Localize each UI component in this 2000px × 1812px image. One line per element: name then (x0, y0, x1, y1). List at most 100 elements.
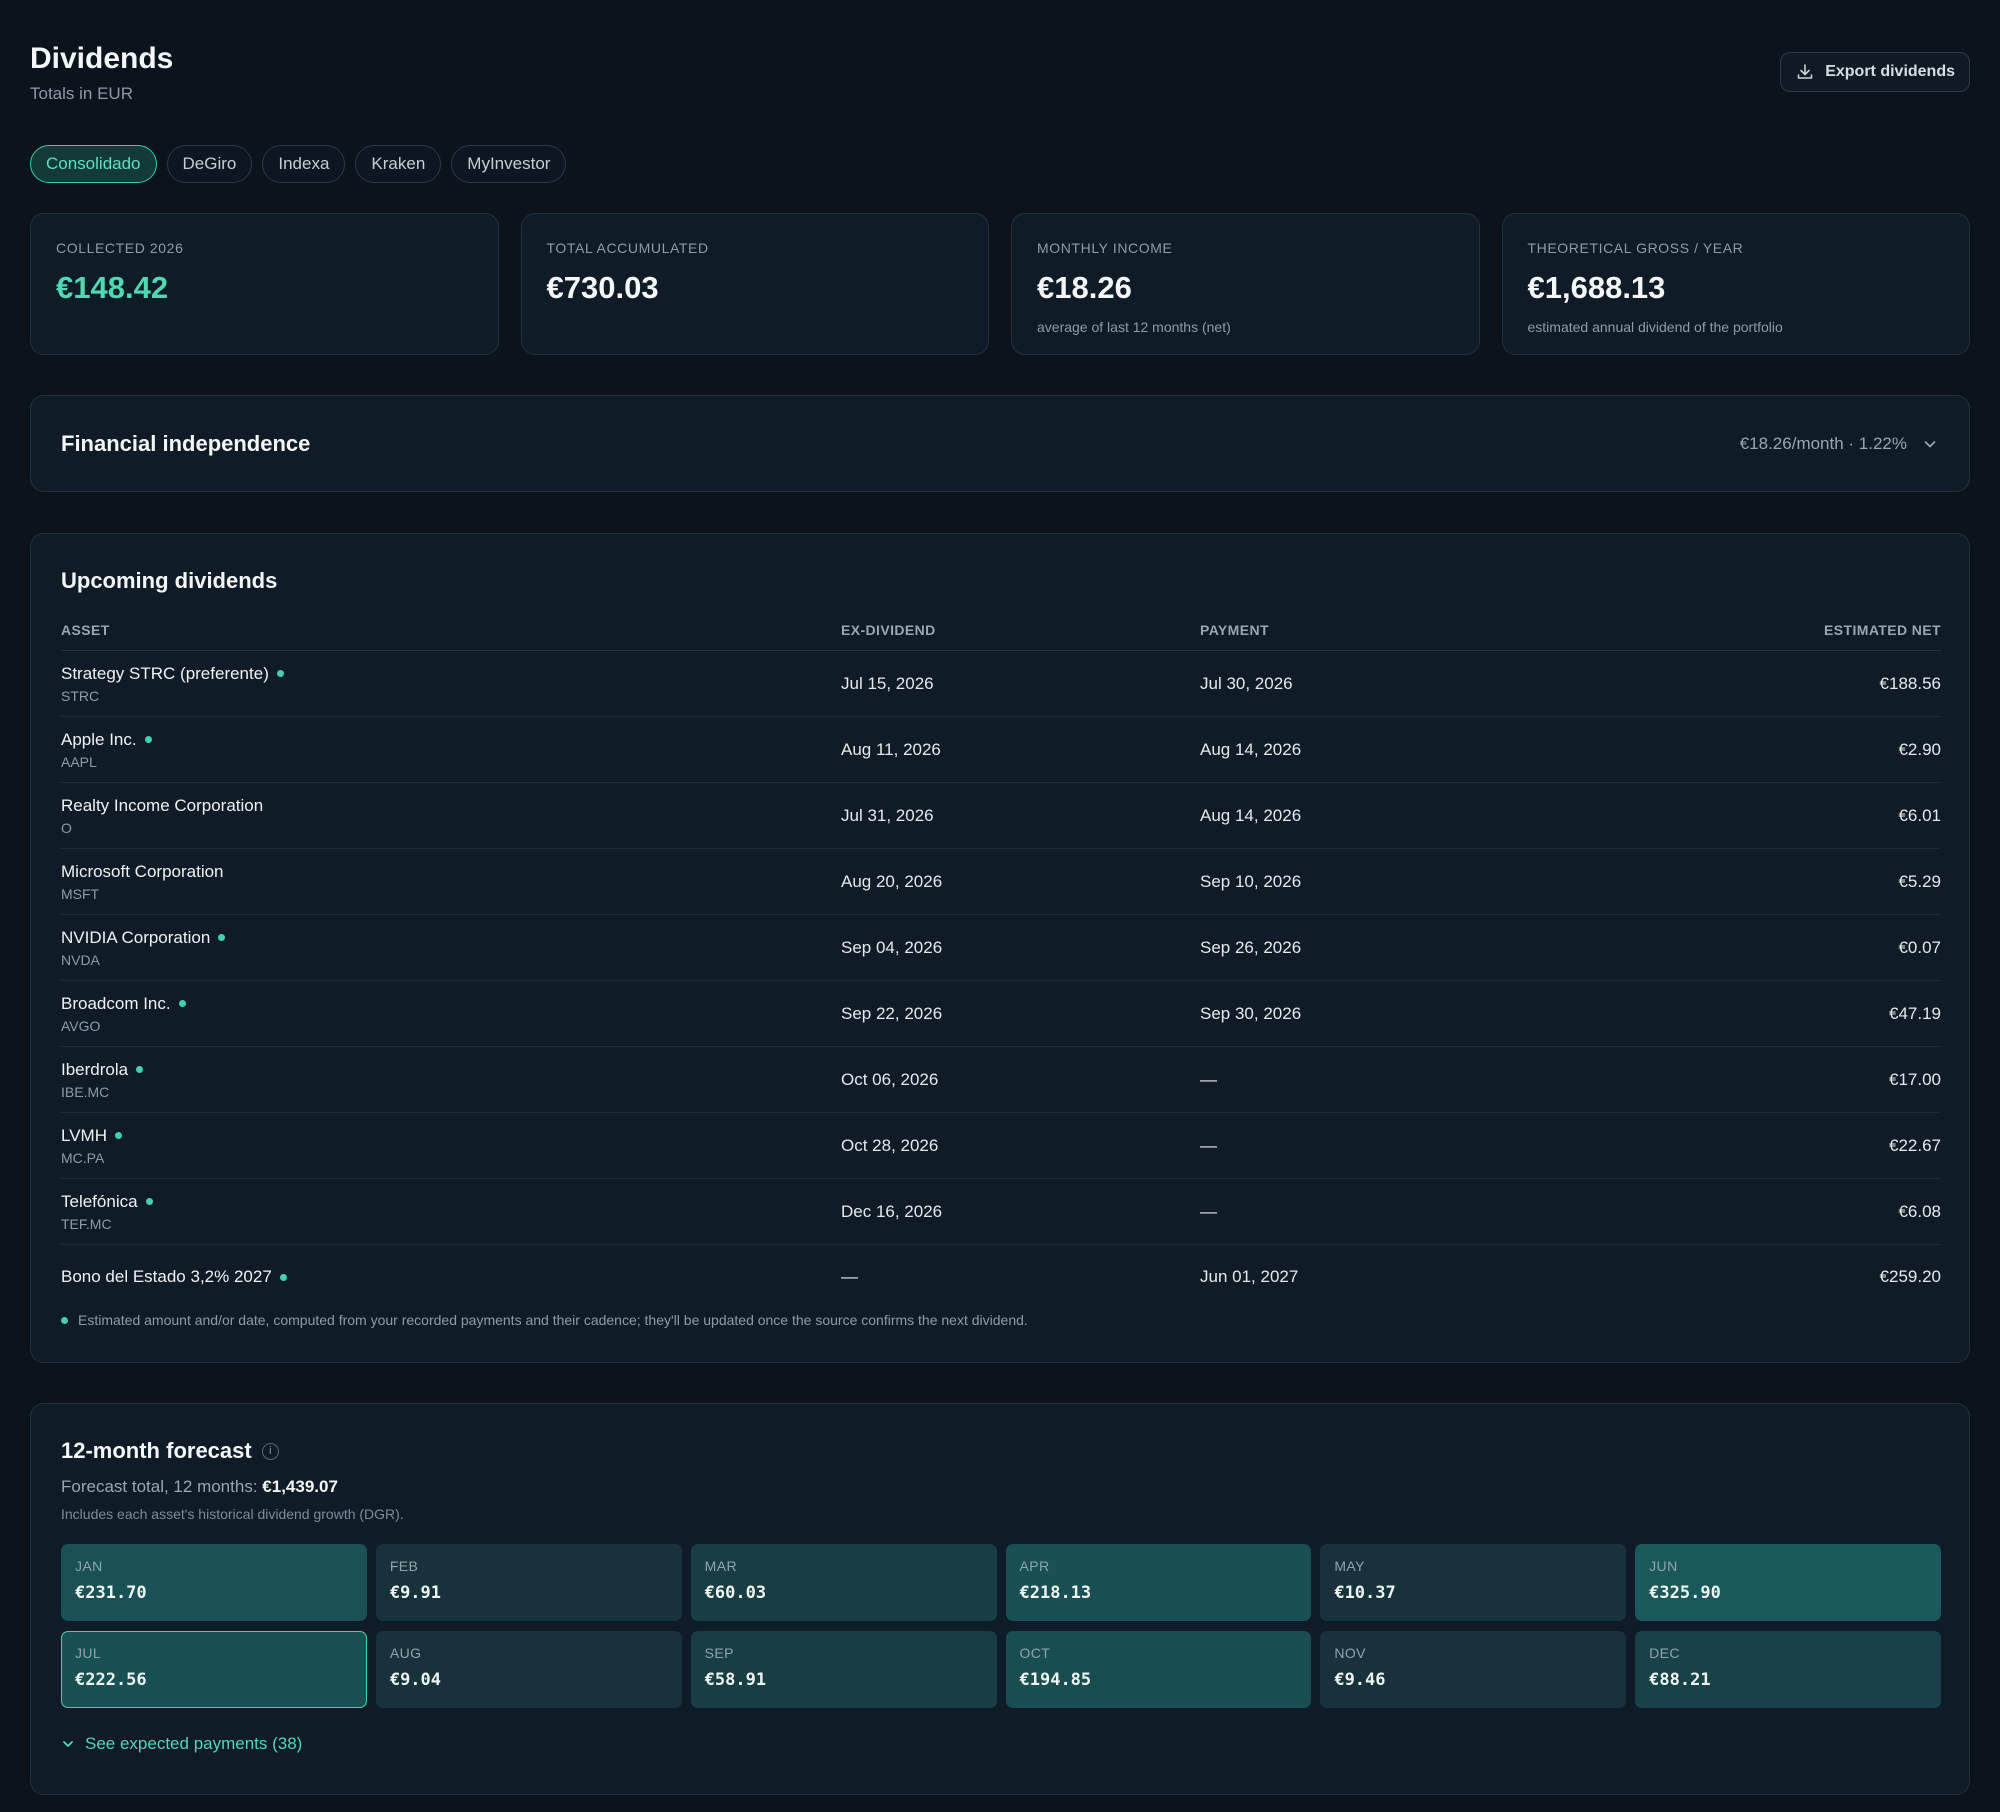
ex-dividend-date: Jul 15, 2026 (841, 673, 934, 693)
chevron-down-icon[interactable] (1921, 435, 1939, 453)
month-tile-nov[interactable]: NOV €9.46 (1320, 1631, 1627, 1708)
estimated-net: €2.90 (1898, 739, 1941, 759)
export-label: Export dividends (1825, 63, 1955, 80)
estimated-net: €0.07 (1898, 937, 1941, 957)
export-dividends-button[interactable]: Export dividends (1780, 52, 1970, 92)
forecast-total-value: €1,439.07 (262, 1477, 338, 1496)
estimated-net: €47.19 (1889, 1003, 1941, 1023)
table-row[interactable]: Apple Inc. AAPL Aug 11, 2026 Aug 14, 2026 €2… (61, 717, 1941, 783)
stat-note: average of last 12 months (net) (1037, 319, 1231, 335)
month-label: AUG (389, 1645, 422, 1661)
estimate-dot-icon (218, 934, 226, 941)
estimate-dot-icon (144, 736, 152, 743)
month-value: €231.70 (75, 1583, 147, 1603)
col-payment: PAYMENT (1200, 622, 1269, 638)
asset-name-line: Microsoft Corporation (61, 862, 841, 882)
stat-label: COLLECTED 2026 (56, 240, 184, 256)
table-row[interactable]: Iberdrola IBE.MC Oct 06, 2026 — €17.00 (61, 1047, 1941, 1113)
tab-degiro[interactable]: DeGiro (166, 145, 253, 183)
tab-myinvestor[interactable]: MyInvestor (451, 145, 567, 183)
download-icon (1797, 64, 1813, 79)
month-value: €222.56 (75, 1670, 147, 1690)
stat-label: THEORETICAL GROSS / YEAR (1527, 240, 1744, 256)
month-tile-jan[interactable]: JAN €231.70 (61, 1544, 367, 1621)
estimate-dot-icon (136, 1066, 144, 1073)
asset-ticker: TEF.MC (61, 1215, 112, 1232)
estimated-net: €17.00 (1889, 1069, 1941, 1089)
forecast-months-grid: JAN €231.70 FEB €9.91 MAR €60.03 APR €218.13 MAY… (61, 1544, 1941, 1708)
table-row[interactable]: LVMH MC.PA Oct 28, 2026 — €22.67 (61, 1113, 1941, 1179)
month-value: €218.13 (1019, 1583, 1092, 1603)
stat-cards: COLLECTED 2026 €148.42 TOTAL ACCUMULATED… (30, 213, 1970, 355)
month-tile-oct[interactable]: OCT €194.85 (1005, 1631, 1312, 1708)
month-label: JUL (75, 1645, 102, 1661)
table-row[interactable]: Telefónica TEF.MC Dec 16, 2026 — €6.08 (61, 1179, 1941, 1245)
estimated-net: €6.01 (1898, 805, 1941, 825)
month-value: €9.46 (1334, 1670, 1386, 1690)
table-row[interactable]: Microsoft Corporation MSFT Aug 20, 2026 Sep… (61, 849, 1941, 915)
month-tile-may[interactable]: MAY €10.37 (1320, 1544, 1627, 1621)
month-label: NOV (1334, 1645, 1366, 1661)
estimate-dot-icon (145, 1198, 153, 1205)
dividends-page: Dividends Totals in EUR Export dividends… (30, 0, 1970, 1795)
month-tile-apr[interactable]: APR €218.13 (1005, 1544, 1312, 1621)
payment-date: Aug 14, 2026 (1200, 805, 1302, 825)
ex-dividend-date: Oct 28, 2026 (841, 1135, 939, 1155)
table-row[interactable]: NVIDIA Corporation NVDA Sep 04, 2026 Sep 26… (61, 915, 1941, 981)
upcoming-table: ASSET EX-DIVIDEND PAYMENT ESTIMATED NET … (61, 622, 1941, 1309)
table-row[interactable]: Bono del Estado 3,2% 2027 — Jun 01, 2027 €2… (61, 1245, 1941, 1309)
month-value: €325.90 (1649, 1583, 1721, 1603)
asset-cell: Bono del Estado 3,2% 2027 (61, 1267, 841, 1287)
asset-ticker: O (61, 819, 72, 836)
ex-dividend-date: Jul 31, 2026 (841, 805, 934, 825)
page-header: Dividends Totals in EUR Export dividends (30, 0, 1970, 140)
month-tile-feb[interactable]: FEB €9.91 (375, 1544, 682, 1621)
stat-card-theoretical-gross: THEORETICAL GROSS / YEAR €1,688.13 estim… (1501, 213, 1970, 355)
fi-title: Financial independence (61, 431, 311, 456)
month-tile-mar[interactable]: MAR €60.03 (690, 1544, 997, 1621)
table-row[interactable]: Broadcom Inc. AVGO Sep 22, 2026 Sep 30, 202… (61, 981, 1941, 1047)
month-value: €88.21 (1649, 1670, 1711, 1690)
see-payments-label: See expected payments (38) (85, 1734, 303, 1753)
forecast-note: Includes each asset's historical dividen… (61, 1506, 404, 1522)
month-tile-sep[interactable]: SEP €58.91 (690, 1631, 997, 1708)
asset-name-line: NVIDIA Corporation (61, 928, 841, 948)
month-tile-jul[interactable]: JUL €222.56 (61, 1631, 367, 1708)
stat-note: estimated annual dividend of the portfol… (1527, 319, 1783, 335)
asset-name-line: Realty Income Corporation (61, 796, 841, 816)
asset-name: LVMH (61, 1125, 107, 1145)
month-tile-jun[interactable]: JUN €325.90 (1635, 1544, 1941, 1621)
tab-indexa[interactable]: Indexa (262, 145, 346, 183)
tab-consolidado[interactable]: Consolidado (30, 145, 157, 183)
month-label: MAR (704, 1558, 737, 1574)
table-header: ASSET EX-DIVIDEND PAYMENT ESTIMATED NET (61, 622, 1941, 651)
tab-kraken[interactable]: Kraken (355, 145, 442, 183)
estimate-footnote: Estimated amount and/or date, computed f… (61, 1312, 1028, 1328)
table-row[interactable]: Realty Income Corporation O Jul 31, 2026 Au… (61, 783, 1941, 849)
table-row[interactable]: Strategy STRC (preferente) STRC Jul 15, 20… (61, 651, 1941, 717)
month-label: DEC (1649, 1645, 1680, 1661)
asset-name: NVIDIA Corporation (61, 927, 211, 947)
month-tile-aug[interactable]: AUG €9.04 (375, 1631, 682, 1708)
col-estimated-net: ESTIMATED NET (1824, 622, 1941, 638)
see-expected-payments-link[interactable]: See expected payments (38) (61, 1734, 302, 1754)
ex-dividend-date: — (841, 1267, 858, 1286)
asset-name: Strategy STRC (preferente) (61, 663, 269, 683)
stat-value: €730.03 (546, 270, 659, 305)
asset-name-line: Broadcom Inc. (61, 994, 841, 1014)
month-label: APR (1019, 1558, 1050, 1574)
asset-ticker: MSFT (61, 885, 100, 902)
info-icon[interactable]: i (261, 1442, 279, 1460)
asset-name: Apple Inc. (61, 729, 137, 749)
stat-value: €18.26 (1037, 270, 1132, 305)
month-value: €9.04 (389, 1670, 442, 1690)
forecast-card: 12-month forecast i Forecast total, 12 m… (30, 1403, 1970, 1795)
upcoming-title: Upcoming dividends (61, 568, 278, 593)
financial-independence-panel[interactable]: Financial independence €18.26/month · 1.… (30, 395, 1970, 492)
asset-ticker: AVGO (61, 1017, 101, 1034)
asset-cell: LVMH MC.PA (61, 1126, 841, 1166)
ex-dividend-date: Dec 16, 2026 (841, 1201, 943, 1221)
asset-name-line: Bono del Estado 3,2% 2027 (61, 1267, 841, 1287)
asset-ticker: MC.PA (61, 1149, 105, 1166)
month-tile-dec[interactable]: DEC €88.21 (1635, 1631, 1941, 1708)
